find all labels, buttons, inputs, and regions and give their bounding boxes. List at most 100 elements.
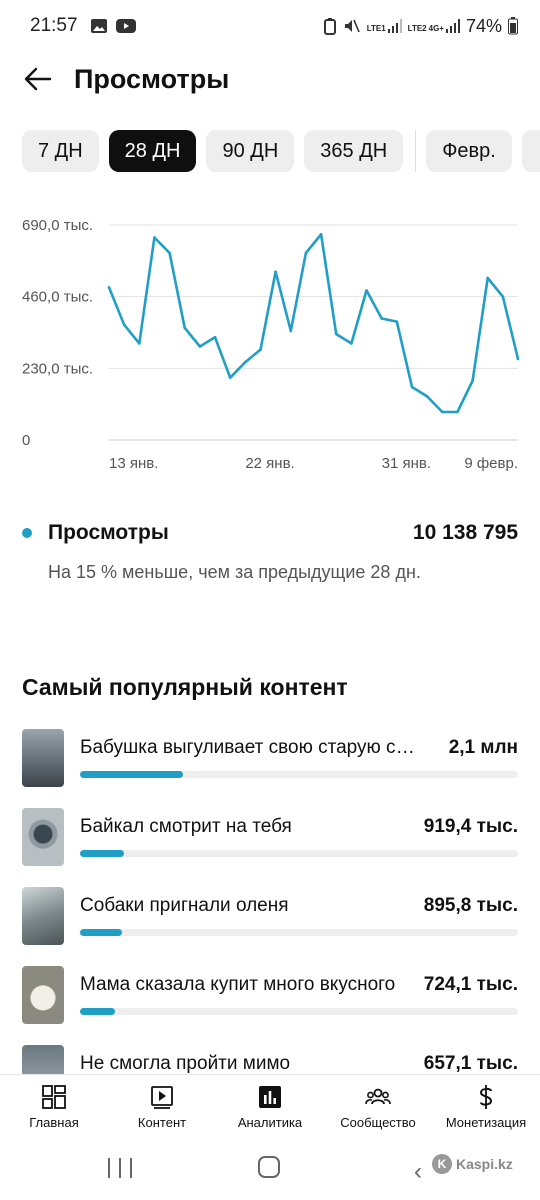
popular-item[interactable]: Собаки пригнали оленя 895,8 тыс. (22, 887, 518, 947)
app-header: Просмотры (0, 52, 540, 108)
chip-7-days[interactable]: 7 ДН (22, 130, 99, 172)
data-point (137, 342, 141, 345)
system-back-icon[interactable]: ‹ (414, 1158, 422, 1186)
status-bar: 21:57 LTE1 LTE2 4G+ 74% (0, 0, 540, 52)
data-point (244, 360, 247, 364)
x-tick-label: 31 янв. (382, 455, 431, 472)
page-title: Просмотры (74, 64, 230, 94)
data-point (501, 295, 505, 298)
popular-item-views: 2,1 млн (448, 737, 518, 758)
status-time: 21:57 (30, 15, 78, 36)
watermark: K Kaspi.kz (432, 1154, 513, 1174)
watermark-logo-icon: K (432, 1154, 452, 1174)
mute-icon (344, 19, 360, 33)
recents-icon[interactable] (108, 1158, 132, 1180)
data-point (198, 345, 202, 348)
popular-item[interactable]: Мама сказала купит много вкусного 724,1 … (22, 966, 518, 1026)
chip-divider (415, 130, 417, 172)
data-point (153, 236, 156, 239)
series-dot (22, 528, 32, 538)
chip-365-days[interactable]: 365 ДН (304, 130, 404, 172)
views-bar (80, 929, 518, 936)
data-point (259, 348, 262, 351)
video-thumbnail (22, 729, 64, 787)
nav-monetization[interactable]: Монетизация (432, 1075, 540, 1138)
battery-percent: 74% (465, 15, 502, 36)
battery-icon (508, 17, 518, 35)
popular-item-title: Бабушка выгуливает свою старую собаку (80, 737, 420, 758)
data-point (471, 379, 474, 383)
data-point (486, 276, 490, 280)
data-point (304, 251, 308, 255)
data-point (274, 270, 277, 274)
views-bar (80, 771, 518, 778)
chip-90-days[interactable]: 90 ДН (206, 130, 295, 172)
popular-item-views: 919,4 тыс. (423, 816, 518, 837)
home-icon[interactable] (258, 1156, 280, 1178)
data-point (228, 376, 232, 379)
popular-item[interactable]: Бабушка выгуливает свою старую собаку 2,… (22, 729, 518, 789)
data-point (380, 317, 383, 320)
nav-analytics[interactable]: Аналитика (216, 1075, 324, 1138)
metric-row: Просмотры 10 138 795 (22, 518, 518, 548)
chip-more[interactable] (521, 130, 540, 172)
nav-community[interactable]: Сообщество (324, 1075, 432, 1138)
data-point (350, 342, 353, 345)
youtube-icon (115, 19, 136, 33)
x-tick-label: 22 янв. (245, 455, 294, 472)
sim1-signal: LTE1 (367, 19, 402, 33)
data-point (107, 286, 111, 289)
y-tick-label: 0 (22, 432, 30, 449)
data-point (365, 289, 368, 292)
period-selector: 7 ДН 28 ДН 90 ДН 365 ДН Февр. (22, 130, 540, 174)
community-icon (365, 1088, 391, 1105)
popular-item[interactable]: Байкал смотрит на тебя 919,4 тыс. (22, 808, 518, 868)
back-arrow-icon[interactable] (22, 64, 54, 94)
nav-label: Контент (137, 1115, 187, 1130)
dollar-icon (479, 1085, 493, 1109)
popular-item-views: 657,1 тыс. (423, 1053, 518, 1074)
metric-name: Просмотры (48, 521, 169, 544)
nav-home[interactable]: Главная (0, 1075, 108, 1138)
metric-value: 10 138 795 (412, 521, 518, 544)
y-tick-label: 690,0 тыс. (22, 217, 93, 234)
battery-saver-icon (323, 18, 336, 35)
views-bar (80, 1008, 518, 1015)
data-point (410, 385, 414, 389)
views-bar-fill (80, 929, 123, 936)
content-icon (151, 1086, 173, 1109)
views-bar (80, 850, 518, 857)
popular-item-title: Байкал смотрит на тебя (80, 816, 292, 837)
y-tick-label: 460,0 тыс. (22, 289, 93, 306)
chip-28-days[interactable]: 28 ДН (108, 130, 197, 172)
popular-item-views: 895,8 тыс. (423, 895, 518, 916)
nav-label: Сообщество (340, 1115, 416, 1130)
x-tick-label: 13 янв. (109, 455, 158, 472)
data-point (289, 329, 293, 333)
video-thumbnail (22, 887, 64, 945)
data-point (334, 332, 338, 336)
popular-content-title: Самый популярный контент (22, 674, 348, 700)
chip-february[interactable]: Февр. (426, 130, 512, 172)
data-point (319, 233, 323, 236)
nav-label: Монетизация (445, 1115, 527, 1130)
popular-item-views: 724,1 тыс. (423, 974, 518, 995)
popular-item-title: Не смогла пройти мимо (80, 1053, 291, 1074)
data-point (456, 410, 459, 414)
nav-label: Аналитика (237, 1115, 303, 1130)
sim2-signal: LTE2 4G+ (408, 19, 460, 33)
data-point (395, 320, 399, 323)
views-bar-fill (80, 771, 183, 778)
analytics-icon (259, 1086, 281, 1108)
bottom-navigation: Главная Контент Аналитика Сообщество Мон… (0, 1074, 540, 1138)
system-navigation: ‹ K Kaspi.kz (0, 1140, 540, 1200)
data-point (168, 251, 171, 255)
home-grid-icon (42, 1085, 66, 1109)
popular-item-title: Собаки пригнали оленя (80, 895, 289, 916)
data-point (516, 357, 520, 361)
nav-label: Главная (29, 1115, 79, 1130)
video-thumbnail (22, 966, 64, 1024)
nav-content[interactable]: Контент (108, 1075, 216, 1138)
series-line (107, 232, 520, 414)
x-tick-label: 9 февр. (464, 455, 518, 472)
